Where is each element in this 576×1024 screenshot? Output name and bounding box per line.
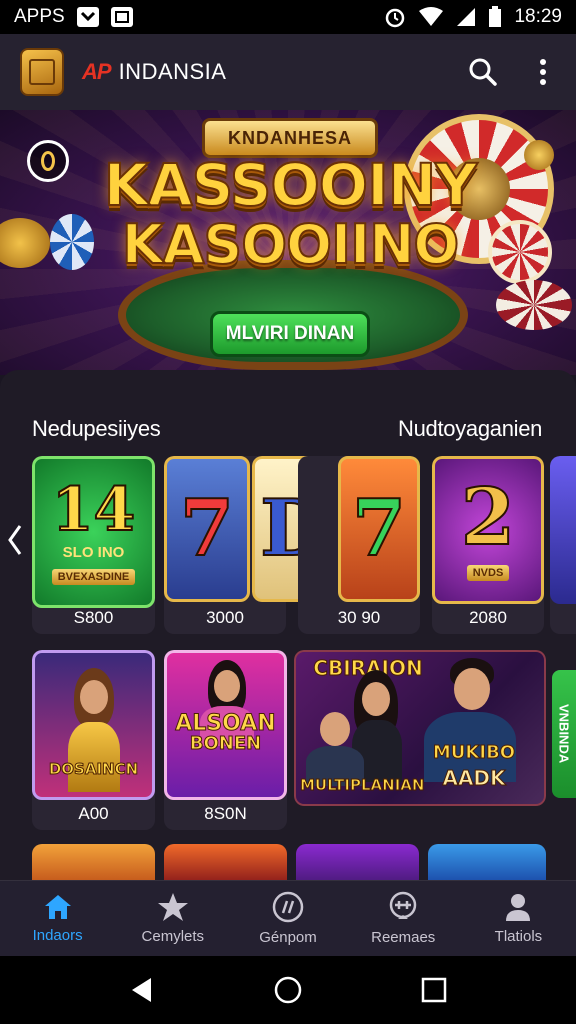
chevron-left-icon[interactable] xyxy=(4,520,26,560)
games-panel: Nedupesiiyes Nudtoyaganien 14 SLO INO BV… xyxy=(0,370,576,884)
promo-art-label-line1: ALSOAN xyxy=(175,711,276,736)
game-card-partial[interactable] xyxy=(32,844,155,884)
promo-art-label-mid: MUKIBO xyxy=(432,742,516,764)
nav-item-favorites[interactable]: Cemylets xyxy=(115,881,230,956)
nav-item-label: Indaors xyxy=(32,927,83,944)
game-card-partial[interactable] xyxy=(296,844,419,884)
gold-coin-image xyxy=(524,140,554,170)
profile-icon xyxy=(506,894,531,921)
section-title-left[interactable]: Nedupesiiyes xyxy=(32,416,161,442)
hero-banner[interactable]: KNDANHESA KASSOOINY KASOOIINO MLVIRI DIN… xyxy=(0,110,576,375)
game-card[interactable]: 7 30 90 xyxy=(298,456,420,634)
game-card-caption: 2080 xyxy=(469,608,507,627)
slot-art-text: 7 xyxy=(179,483,235,574)
hero-title: KASSOOINY KASOOIINO xyxy=(80,151,500,276)
notification-icon xyxy=(76,7,99,27)
app-screen: APPS 18:29 AP INDANSIA KNDANHESA KASSOOI… xyxy=(0,0,576,1024)
app-bar: AP INDANSIA xyxy=(0,34,576,110)
slot-art-tag: NVDS xyxy=(466,565,510,581)
section-title-right[interactable]: Nudtoyaganien xyxy=(398,416,542,442)
clock-label: 18:29 xyxy=(514,6,562,27)
game-card-caption: 8S0N xyxy=(204,804,247,823)
game-card-partial[interactable] xyxy=(164,844,287,884)
hero-title-line2: KASOOIINO xyxy=(121,213,461,276)
brand-mark: AP xyxy=(82,59,112,84)
gamepad-icon xyxy=(389,891,417,919)
game-card-caption: 3000 xyxy=(206,608,244,627)
game-card[interactable] xyxy=(550,456,576,634)
brand-name: INDANSIA xyxy=(118,59,227,84)
game-card[interactable]: DOSAINCN A00 xyxy=(32,650,155,830)
nav-item-label: Reemaes xyxy=(371,929,436,946)
red-chip-stack-image xyxy=(496,280,572,330)
recents-icon[interactable] xyxy=(421,977,447,1003)
game-card[interactable]: CBIRAION MUKIBO AADK MULTIPLANIAN xyxy=(294,650,546,806)
nav-item-label: Génpom xyxy=(259,929,317,946)
cast-icon xyxy=(110,7,133,27)
game-card-partial[interactable] xyxy=(428,844,546,884)
game-card[interactable]: 2 NVDS 2080 xyxy=(432,456,544,634)
compass-icon xyxy=(272,891,304,923)
hero-title-line1: KASSOOINY xyxy=(103,151,479,219)
nav-item-games[interactable]: Reemaes xyxy=(346,881,461,956)
home-icon xyxy=(44,895,71,919)
carrier-label: APPS xyxy=(14,6,65,27)
signal-icon xyxy=(457,8,476,26)
game-card[interactable]: 14 SLO INO BVEXASDINE S800 xyxy=(32,456,155,634)
nav-item-explore[interactable]: Génpom xyxy=(230,881,345,956)
slot-art-text: 14 xyxy=(51,474,136,545)
slot-art-tag: BVEXASDINE xyxy=(51,568,136,585)
system-nav-bar xyxy=(0,956,576,1024)
status-bar: APPS 18:29 xyxy=(0,0,576,34)
nav-item-profile[interactable]: Tlatiols xyxy=(461,881,576,956)
promo-art-banner: MULTIPLANIAN xyxy=(300,776,425,795)
search-button[interactable] xyxy=(466,55,500,89)
side-promo-tab-label: VNBINDA xyxy=(556,704,572,764)
battery-icon xyxy=(489,6,502,27)
slot-art-text: 2 xyxy=(460,472,516,563)
promo-art-label: ALSOAN BONEN xyxy=(168,711,283,755)
hero-coin-button[interactable] xyxy=(27,140,69,182)
slot-art-text: 7 xyxy=(351,483,407,574)
coin-icon xyxy=(41,151,55,171)
slot-art-subtitle: SLO INO xyxy=(62,543,125,561)
promo-art-label-bottom: AADK xyxy=(442,766,506,791)
nav-item-label: Tlatiols xyxy=(494,928,543,945)
game-card[interactable]: ALSOAN BONEN 8S0N xyxy=(164,650,287,830)
game-card-caption: 30 90 xyxy=(337,608,381,627)
alarm-icon xyxy=(386,8,405,28)
side-promo-tab[interactable]: VNBINDA xyxy=(552,670,576,798)
wifi-icon xyxy=(419,7,444,26)
hero-cta-button[interactable]: MLVIRI DINAN xyxy=(210,311,370,357)
promo-art-label-line2: BONEN xyxy=(189,733,262,755)
search-icon xyxy=(469,58,497,86)
nav-item-label: Cemylets xyxy=(141,928,205,945)
app-logo[interactable] xyxy=(20,48,64,96)
promo-art-label: DOSAINCN xyxy=(48,760,139,779)
nav-item-home[interactable]: Indaors xyxy=(0,881,115,956)
more-options-button[interactable] xyxy=(526,55,560,89)
home-circle-icon[interactable] xyxy=(273,975,303,1005)
game-card-caption: A00 xyxy=(78,804,109,823)
bottom-nav: Indaors Cemylets Génpom Reemaes Tlatiols xyxy=(0,880,576,956)
star-icon xyxy=(157,893,188,921)
game-card-caption: S800 xyxy=(73,608,114,627)
more-vert-icon xyxy=(540,59,546,85)
back-icon[interactable] xyxy=(129,976,155,1004)
